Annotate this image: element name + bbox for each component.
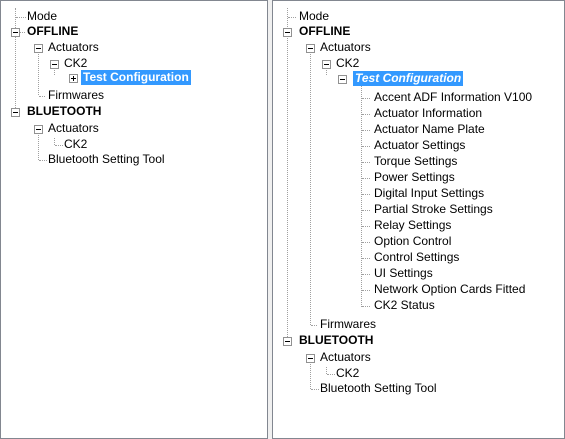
tree-node-label: Torque Settings [374, 154, 458, 168]
tree-node-label: Option Control [374, 234, 452, 248]
tree-node-label: UI Settings [374, 266, 433, 280]
right-tree-pane[interactable]: Mode OFFLINE Actuators CK2 Test Configur… [272, 0, 565, 439]
tree-node-label: Control Settings [374, 250, 460, 264]
tree-node-label: CK2 Status [374, 298, 435, 312]
collapse-toggle-actuators[interactable] [34, 44, 43, 53]
tree-node-label: Partial Stroke Settings [374, 202, 493, 216]
tree-node-label: Actuator Settings [374, 138, 466, 152]
tree-line [362, 210, 370, 211]
tree-line [362, 130, 370, 131]
right-tree: Mode OFFLINE Actuators CK2 Test Configur… [273, 1, 564, 438]
tree-line [362, 242, 370, 243]
tree-node-label: Network Option Cards Fitted [374, 282, 526, 296]
tree-node-bt-actuators[interactable]: Actuators [318, 350, 373, 366]
tree-line [362, 98, 370, 99]
tree-line [288, 17, 296, 18]
tree-line [362, 146, 370, 147]
collapse-toggle-ck2[interactable] [50, 60, 59, 69]
collapse-toggle-test-configuration[interactable] [338, 75, 347, 84]
tree-node-bt-setting-tool[interactable]: Bluetooth Setting Tool [318, 381, 439, 397]
tree-node-config-item[interactable]: Actuator Name Plate [372, 122, 487, 138]
tree-node-label: Power Settings [374, 170, 455, 184]
tree-line [362, 258, 370, 259]
tree-node-test-configuration[interactable]: Test Configuration [353, 71, 464, 87]
left-tree: Mode OFFLINE Actuators CK2 Test Configur… [1, 1, 267, 438]
tree-node-bluetooth[interactable]: BLUETOOTH [25, 104, 103, 120]
tree-node-config-item[interactable]: Relay Settings [372, 218, 453, 234]
tree-line [287, 8, 288, 337]
tree-node-label: Accent ADF Information V100 [374, 90, 533, 104]
tree-node-config-item[interactable]: Actuator Information [372, 106, 484, 122]
tree-node-actuators[interactable]: Actuators [318, 40, 373, 56]
tree-line [362, 114, 370, 115]
tree-node-config-item[interactable]: Actuator Settings [372, 138, 467, 154]
tree-line [362, 290, 370, 291]
tree-node-mode[interactable]: Mode [297, 9, 331, 25]
tree-line [362, 162, 370, 163]
tree-node-actuators[interactable]: Actuators [46, 40, 101, 56]
tree-line [38, 51, 39, 95]
tree-node-config-item[interactable]: Torque Settings [372, 154, 459, 170]
tree-line [362, 274, 370, 275]
tree-line [310, 51, 311, 325]
tree-node-test-configuration[interactable]: Test Configuration [81, 70, 191, 86]
tree-node-offline[interactable]: OFFLINE [25, 24, 80, 40]
left-tree-pane[interactable]: Mode OFFLINE Actuators CK2 Test Configur… [0, 0, 268, 439]
tree-line [311, 325, 317, 326]
tree-node-bluetooth[interactable]: BLUETOOTH [297, 333, 375, 349]
tree-line [326, 367, 327, 374]
tree-node-config-item[interactable]: UI Settings [372, 266, 435, 282]
collapse-toggle-offline[interactable] [11, 28, 20, 37]
collapse-toggle-bt-actuators[interactable] [306, 354, 315, 363]
tree-node-label: Actuator Name Plate [374, 122, 485, 136]
tree-node-mode[interactable]: Mode [25, 9, 59, 25]
collapse-toggle-offline[interactable] [283, 28, 292, 37]
tree-node-firmwares[interactable]: Firmwares [318, 317, 378, 333]
tree-node-bt-ck2[interactable]: CK2 [334, 366, 361, 382]
tree-node-bt-actuators[interactable]: Actuators [46, 121, 101, 137]
tree-line [15, 8, 16, 112]
tree-line [38, 132, 39, 160]
tree-line [362, 306, 370, 307]
tree-line [310, 361, 311, 389]
tree-node-bt-setting-tool[interactable]: Bluetooth Setting Tool [46, 152, 167, 168]
tree-node-config-item[interactable]: CK2 Status [372, 298, 437, 314]
collapse-toggle-bluetooth[interactable] [11, 108, 20, 117]
tree-node-ck2[interactable]: CK2 [334, 56, 361, 72]
tree-node-label: Relay Settings [374, 218, 452, 232]
tree-line [362, 226, 370, 227]
tree-node-config-item[interactable]: Accent ADF Information V100 [372, 90, 534, 106]
collapse-toggle-bluetooth[interactable] [283, 337, 292, 346]
tree-line [362, 178, 370, 179]
tree-node-config-item[interactable]: Control Settings [372, 250, 461, 266]
tree-node-bt-ck2[interactable]: CK2 [62, 137, 89, 153]
tree-node-config-item[interactable]: Power Settings [372, 170, 457, 186]
collapse-toggle-actuators[interactable] [306, 44, 315, 53]
tree-node-label: Digital Input Settings [374, 186, 485, 200]
tree-line [39, 96, 45, 97]
collapse-toggle-bt-actuators[interactable] [34, 125, 43, 134]
tree-line [362, 194, 370, 195]
tree-node-config-item[interactable]: Option Control [372, 234, 453, 250]
tree-node-label: Actuator Information [374, 106, 483, 120]
tree-node-config-item[interactable]: Network Option Cards Fitted [372, 282, 527, 298]
tree-node-config-item[interactable]: Partial Stroke Settings [372, 202, 495, 218]
tree-node-config-item[interactable]: Digital Input Settings [372, 186, 486, 202]
collapse-toggle-ck2[interactable] [322, 60, 331, 69]
tree-node-firmwares[interactable]: Firmwares [46, 88, 106, 104]
tree-line [54, 138, 55, 145]
tree-node-offline[interactable]: OFFLINE [297, 24, 352, 40]
expand-toggle-test-configuration[interactable] [69, 74, 78, 83]
